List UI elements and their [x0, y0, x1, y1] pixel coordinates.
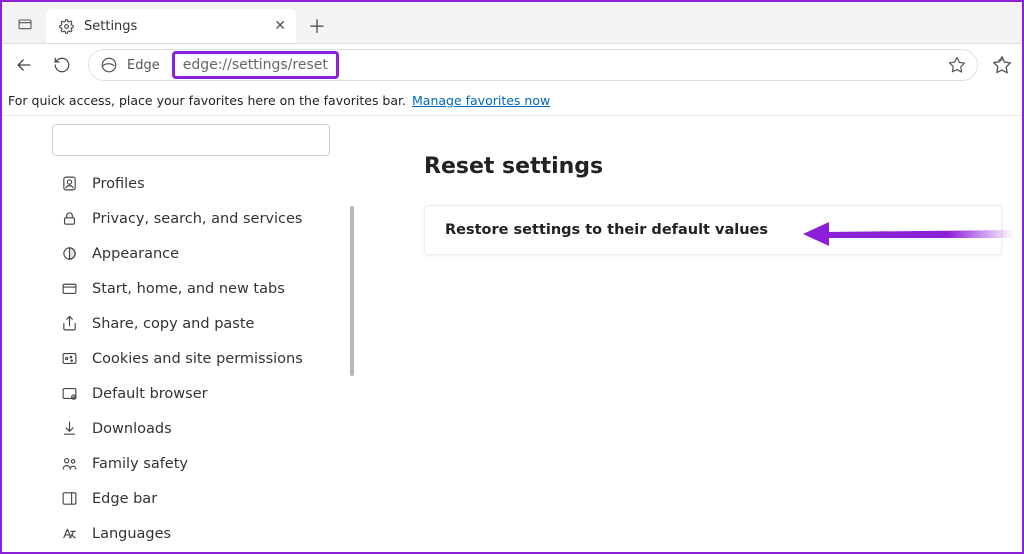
- sidebar-item-privacy[interactable]: Privacy, search, and services: [52, 201, 330, 236]
- sidebar-label: Start, home, and new tabs: [92, 281, 285, 297]
- favorites-bar: For quick access, place your favorites h…: [2, 86, 1022, 116]
- tab-strip: Settings ✕ ＋: [2, 2, 1022, 44]
- page-title: Reset settings: [424, 154, 1002, 179]
- browser-tab-settings[interactable]: Settings ✕: [46, 9, 296, 43]
- sidebar-label: Family safety: [92, 456, 188, 472]
- manage-favorites-link[interactable]: Manage favorites now: [412, 93, 550, 108]
- default-browser-icon: [60, 385, 78, 403]
- sidebar-item-languages[interactable]: Languages: [52, 516, 330, 551]
- address-prefix: Edge: [127, 58, 160, 73]
- favorites-bar-text: For quick access, place your favorites h…: [8, 93, 406, 108]
- address-url-highlighted: edge://settings/reset: [172, 51, 339, 79]
- tab-title: Settings: [84, 19, 137, 34]
- sidebar-item-share[interactable]: Share, copy and paste: [52, 306, 330, 341]
- favorite-star-icon[interactable]: [947, 55, 967, 75]
- card-label: Restore settings to their default values: [445, 222, 768, 238]
- sidebar-item-appearance[interactable]: Appearance: [52, 236, 330, 271]
- close-tab-icon[interactable]: ✕: [274, 18, 286, 34]
- cookies-icon: [60, 350, 78, 368]
- back-button[interactable]: [12, 53, 36, 77]
- sidebar-label: Default browser: [92, 386, 208, 402]
- restore-defaults-button[interactable]: Restore settings to their default values: [424, 205, 1002, 255]
- download-icon: [60, 420, 78, 438]
- sidebar-label: Appearance: [92, 246, 179, 262]
- settings-content: Profiles Privacy, search, and services A…: [2, 116, 1022, 552]
- sidebar-item-printers[interactable]: Printers: [52, 551, 330, 552]
- profile-icon: [60, 175, 78, 193]
- languages-icon: [60, 525, 78, 543]
- sidebar-item-start[interactable]: Start, home, and new tabs: [52, 271, 330, 306]
- family-icon: [60, 455, 78, 473]
- address-bar[interactable]: Edge edge://settings/reset: [88, 49, 978, 81]
- sidebar-label: Languages: [92, 526, 171, 542]
- sidebar-item-edge-bar[interactable]: Edge bar: [52, 481, 330, 516]
- sidebar-label: Edge bar: [92, 491, 157, 507]
- sidebar-item-default-browser[interactable]: Default browser: [52, 376, 330, 411]
- sidebar-item-cookies[interactable]: Cookies and site permissions: [52, 341, 330, 376]
- sidebar-item-family[interactable]: Family safety: [52, 446, 330, 481]
- browser-toolbar: Edge edge://settings/reset: [2, 44, 1022, 86]
- sidebar-label: Privacy, search, and services: [92, 211, 302, 227]
- sidebar-item-profiles[interactable]: Profiles: [52, 166, 330, 201]
- edge-bar-icon: [60, 490, 78, 508]
- appearance-icon: [60, 245, 78, 263]
- settings-sidebar: Profiles Privacy, search, and services A…: [2, 116, 354, 552]
- sidebar-item-downloads[interactable]: Downloads: [52, 411, 330, 446]
- reload-button[interactable]: [50, 53, 74, 77]
- settings-search-input[interactable]: [52, 124, 330, 156]
- lock-icon: [60, 210, 78, 228]
- tabs-icon: [60, 280, 78, 298]
- favorites-icon[interactable]: [992, 55, 1012, 75]
- edge-icon: [99, 55, 119, 75]
- sidebar-label: Share, copy and paste: [92, 316, 254, 332]
- settings-main: Reset settings Restore settings to their…: [354, 116, 1022, 552]
- tab-actions-icon[interactable]: [10, 5, 40, 43]
- sidebar-label: Cookies and site permissions: [92, 351, 303, 367]
- share-icon: [60, 315, 78, 333]
- gear-icon: [56, 16, 76, 36]
- new-tab-button[interactable]: ＋: [302, 11, 332, 41]
- sidebar-label: Profiles: [92, 176, 145, 192]
- sidebar-label: Downloads: [92, 421, 172, 437]
- sidebar-list: Profiles Privacy, search, and services A…: [52, 166, 330, 552]
